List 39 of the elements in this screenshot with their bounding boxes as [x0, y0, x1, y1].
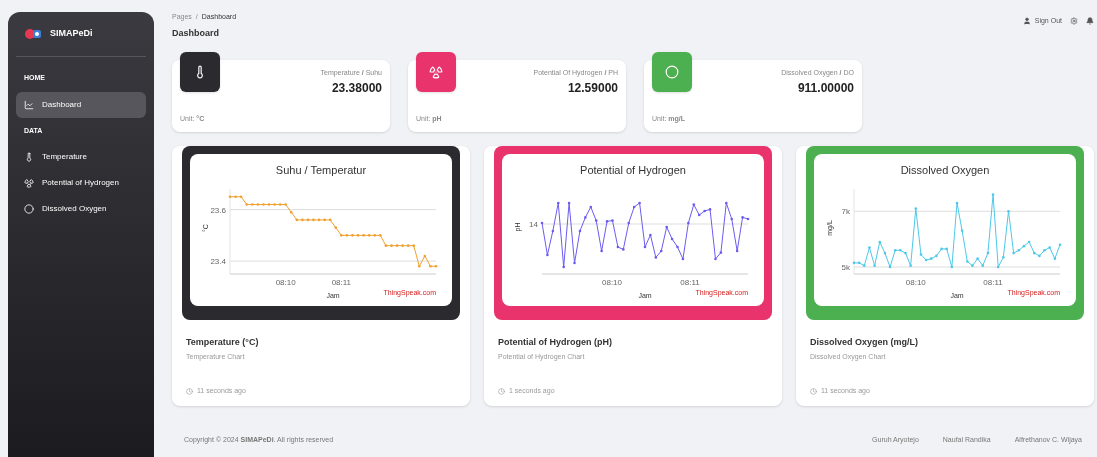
x-tick-label: 08:11 — [680, 277, 700, 287]
clock-icon — [498, 387, 505, 395]
y-tick-label: 5k — [841, 262, 850, 272]
radiation-icon — [24, 178, 34, 188]
y-tick-label: 23.4 — [210, 256, 226, 266]
y-tick-label: 23.6 — [210, 205, 226, 215]
y-tick-label: 7k — [841, 206, 850, 216]
x-tick-label: 08:10 — [275, 277, 296, 287]
chart-title: Dissolved Oxygen — [900, 163, 990, 178]
bell-icon[interactable] — [1086, 17, 1094, 26]
x-tick-label: 08:11 — [331, 277, 352, 287]
nav-item[interactable]: Temperature — [16, 144, 146, 170]
logo-icon — [24, 27, 42, 41]
chart-line-icon — [24, 99, 34, 110]
page-title: Dashboard — [172, 26, 220, 40]
nav-item[interactable]: Potential of Hydrogen — [16, 170, 146, 196]
clock-icon — [810, 387, 817, 395]
stat-value: 12.59000 — [567, 79, 618, 97]
nav-item[interactable]: Dissolved Oxygen — [16, 196, 146, 222]
chart-card-title: Potential of Hydrogen (pH) — [497, 336, 613, 349]
chart-card-title: Temperature (°C) — [185, 336, 260, 349]
y-tick-label: 14 — [529, 219, 538, 229]
chart-title: Potential of Hydrogen — [580, 163, 686, 178]
radiation-icon — [429, 65, 443, 79]
chart-title: Suhu / Temperatur — [275, 163, 367, 178]
thermometer-icon — [24, 152, 34, 162]
user-icon — [1022, 17, 1031, 26]
x-tick-label: 08:11 — [983, 277, 1003, 287]
x-tick-label: 08:10 — [602, 277, 622, 287]
nav-item[interactable]: Dashboard — [16, 91, 146, 118]
circle-icon — [665, 65, 679, 79]
stat-value: 23.38000 — [331, 79, 382, 97]
circle-icon — [24, 204, 34, 214]
chart-card-title: Dissolved Oxygen (mg/L) — [809, 336, 920, 349]
x-tick-label: 08:10 — [905, 277, 926, 287]
clock-icon — [186, 387, 193, 395]
settings-icon[interactable] — [1070, 17, 1078, 26]
brand-name: SIMAPeDi — [50, 27, 93, 41]
stat-value: 911.00000 — [797, 79, 854, 97]
